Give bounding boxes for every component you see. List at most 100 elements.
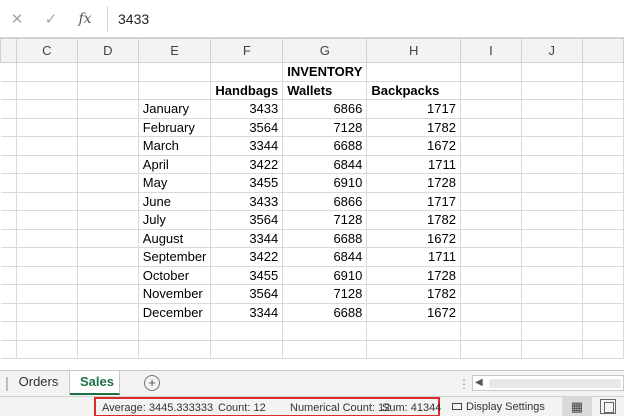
month-cell[interactable]: June [137, 191, 212, 211]
handbags-cell[interactable]: 3344 [210, 228, 284, 248]
cell[interactable] [76, 339, 139, 359]
month-cell[interactable]: January [137, 99, 212, 119]
cell[interactable] [459, 228, 522, 248]
cell[interactable] [459, 62, 522, 82]
cell[interactable] [520, 247, 583, 267]
month-cell[interactable]: May [137, 173, 212, 193]
backpacks-cell[interactable]: 1728 [366, 173, 461, 193]
cell[interactable] [76, 247, 139, 267]
wallets-cell[interactable]: 7128 [282, 117, 368, 137]
cell[interactable] [0, 173, 17, 193]
cell[interactable] [15, 247, 78, 267]
header-backpacks[interactable]: Backpacks [366, 80, 461, 100]
cell[interactable] [459, 117, 522, 137]
month-cell[interactable]: July [137, 210, 212, 230]
cell[interactable] [15, 210, 78, 230]
cell[interactable] [581, 99, 624, 119]
add-sheet-button[interactable]: + [144, 375, 160, 391]
cell[interactable] [459, 265, 522, 285]
backpacks-cell[interactable]: 1717 [366, 191, 461, 211]
wallets-cell[interactable]: 6688 [282, 136, 368, 156]
wallets-cell[interactable]: 7128 [282, 210, 368, 230]
cell[interactable] [15, 302, 78, 322]
wallets-cell[interactable]: 6688 [282, 302, 368, 322]
cell[interactable] [76, 117, 139, 137]
cell[interactable] [366, 62, 461, 82]
close-icon[interactable]: ✕ [0, 10, 34, 28]
cell[interactable] [15, 80, 78, 100]
cell[interactable] [76, 321, 139, 341]
insert-function-icon[interactable]: fx [68, 11, 102, 27]
column-header-h[interactable]: H [366, 38, 461, 63]
cell[interactable] [0, 80, 17, 100]
cell[interactable] [581, 210, 624, 230]
cell[interactable] [76, 228, 139, 248]
cell[interactable] [210, 62, 284, 82]
month-cell[interactable]: October [137, 265, 212, 285]
cell[interactable] [0, 265, 17, 285]
status-count[interactable]: Count: 12 [218, 402, 266, 414]
cell[interactable] [0, 136, 17, 156]
handbags-cell[interactable]: 3422 [210, 247, 284, 267]
cell[interactable] [15, 154, 78, 174]
month-cell[interactable]: February [137, 117, 212, 137]
cell[interactable] [459, 154, 522, 174]
month-cell[interactable]: August [137, 228, 212, 248]
cell[interactable] [0, 321, 17, 341]
cell[interactable] [459, 99, 522, 119]
cell[interactable] [520, 62, 583, 82]
cell[interactable] [137, 321, 212, 341]
cell[interactable] [459, 136, 522, 156]
cell[interactable] [15, 228, 78, 248]
cell[interactable] [0, 117, 17, 137]
backpacks-cell[interactable]: 1717 [366, 99, 461, 119]
column-header-g[interactable]: G [282, 38, 368, 63]
scrollbar-thumb[interactable] [489, 379, 621, 388]
cell[interactable] [137, 80, 212, 100]
cell[interactable] [15, 284, 78, 304]
cell[interactable] [282, 339, 368, 359]
cell[interactable] [76, 302, 139, 322]
cell[interactable] [137, 62, 212, 82]
cell[interactable] [76, 284, 139, 304]
status-sum[interactable]: Sum: 41344 [382, 402, 441, 414]
cell[interactable] [15, 265, 78, 285]
column-header-j[interactable]: J [520, 38, 583, 63]
cell[interactable] [0, 339, 17, 359]
wallets-cell[interactable]: 7128 [282, 284, 368, 304]
cell[interactable] [459, 247, 522, 267]
handbags-cell[interactable]: 3564 [210, 210, 284, 230]
handbags-cell[interactable]: 3433 [210, 191, 284, 211]
handbags-cell[interactable]: 3564 [210, 117, 284, 137]
month-cell[interactable]: November [137, 284, 212, 304]
normal-view-button[interactable]: ▦ [562, 397, 592, 416]
header-handbags[interactable]: Handbags [210, 80, 284, 100]
cell[interactable] [76, 62, 139, 82]
cell[interactable] [15, 136, 78, 156]
month-cell[interactable]: September [137, 247, 212, 267]
cell[interactable] [282, 321, 368, 341]
cell[interactable] [520, 191, 583, 211]
cell[interactable] [210, 339, 284, 359]
handbags-cell[interactable]: 3455 [210, 173, 284, 193]
cell[interactable] [0, 302, 17, 322]
cell[interactable] [0, 210, 17, 230]
cell[interactable] [581, 62, 624, 82]
cell[interactable] [520, 136, 583, 156]
handbags-cell[interactable]: 3344 [210, 302, 284, 322]
cell[interactable] [76, 173, 139, 193]
row-header-corner[interactable] [0, 38, 17, 63]
backpacks-cell[interactable]: 1711 [366, 154, 461, 174]
cell[interactable] [581, 228, 624, 248]
display-settings-button[interactable]: Display Settings [452, 399, 545, 415]
cell[interactable] [0, 191, 17, 211]
backpacks-cell[interactable]: 1672 [366, 302, 461, 322]
column-header-i[interactable]: I [459, 38, 522, 63]
column-header-k[interactable] [581, 38, 624, 63]
cell[interactable] [581, 173, 624, 193]
cell[interactable] [520, 80, 583, 100]
cell[interactable] [15, 62, 78, 82]
cell[interactable] [459, 284, 522, 304]
cell[interactable] [0, 62, 17, 82]
wallets-cell[interactable]: 6910 [282, 265, 368, 285]
